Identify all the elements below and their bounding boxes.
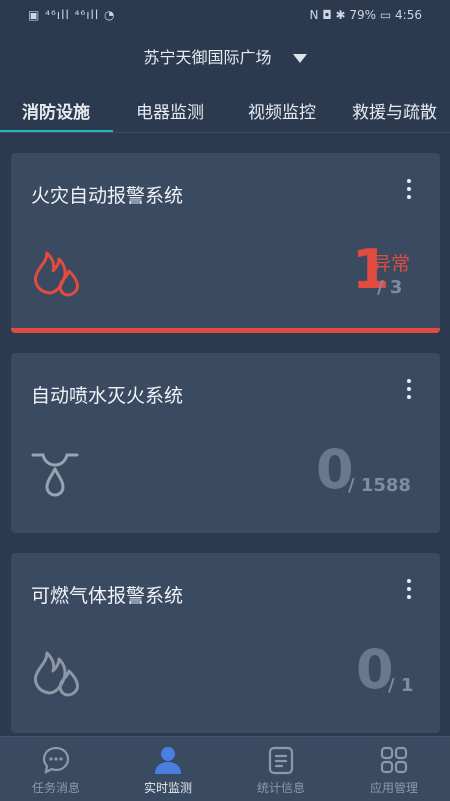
category-tabs: 消防设施 电器监测 视频监控 救援与疏散 (0, 92, 450, 133)
chevron-down-icon (292, 54, 307, 63)
sprinkler-icon (31, 453, 79, 497)
tab-video-monitoring[interactable]: 视频监控 (248, 98, 316, 123)
nav-label: 任务消息 (31, 781, 80, 795)
document-icon (268, 746, 294, 775)
tab-fire-facilities[interactable]: 消防设施 (22, 98, 90, 123)
fire-icon (34, 251, 79, 297)
active-tab-indicator (0, 130, 113, 132)
card-fire-alarm-system[interactable]: 火灾自动报警系统 1 异常 / 3 (11, 153, 440, 333)
device-total: / 1 (388, 675, 414, 696)
chat-icon (42, 746, 70, 774)
grid-icon (380, 746, 408, 774)
card-sprinkler-system[interactable]: 自动喷水灭火系统 0 / 1588 (11, 353, 440, 533)
site-selector[interactable]: 苏宁天御国际广场 (0, 44, 450, 76)
card-gas-alarm-system[interactable]: 可燃气体报警系统 0 / 1 (11, 553, 440, 733)
nav-label: 实时监测 (143, 781, 192, 795)
gas-flame-icon (34, 651, 79, 697)
nav-label: 统计信息 (256, 781, 305, 795)
tab-rescue-evacuation[interactable]: 救援与疏散 (352, 98, 437, 123)
device-total: / 1588 (348, 475, 411, 496)
nav-realtime-monitoring[interactable]: 实时监测 (112, 737, 224, 801)
card-title: 自动喷水灭火系统 (31, 385, 184, 407)
alarm-status-bar (11, 328, 440, 333)
more-options-icon[interactable] (406, 579, 412, 601)
user-icon (155, 747, 181, 774)
nav-label: 应用管理 (369, 781, 418, 795)
more-options-icon[interactable] (406, 379, 412, 401)
bottom-navigation: 任务消息 实时监测 统计信息 应用管理 (0, 736, 450, 801)
nav-statistics[interactable]: 统计信息 (225, 737, 337, 801)
abnormal-label: 异常 (372, 253, 411, 275)
nav-app-management[interactable]: 应用管理 (338, 737, 450, 801)
more-options-icon[interactable] (406, 179, 412, 201)
tab-electrical-monitoring[interactable]: 电器监测 (136, 98, 204, 123)
site-name: 苏宁天御国际广场 (143, 48, 272, 67)
nav-task-messages[interactable]: 任务消息 (0, 737, 112, 801)
card-title: 火灾自动报警系统 (31, 185, 184, 207)
card-title: 可燃气体报警系统 (31, 585, 184, 607)
device-total: / 3 (377, 277, 403, 298)
status-bar-right: N ◘ ✱ 79% ▭ 4:56 (309, 8, 422, 22)
status-bar: ▣ ⁴⁶ıll ⁴⁶ıll ◔ N ◘ ✱ 79% ▭ 4:56 (0, 0, 450, 32)
status-bar-left: ▣ ⁴⁶ıll ⁴⁶ıll ◔ (28, 8, 116, 22)
